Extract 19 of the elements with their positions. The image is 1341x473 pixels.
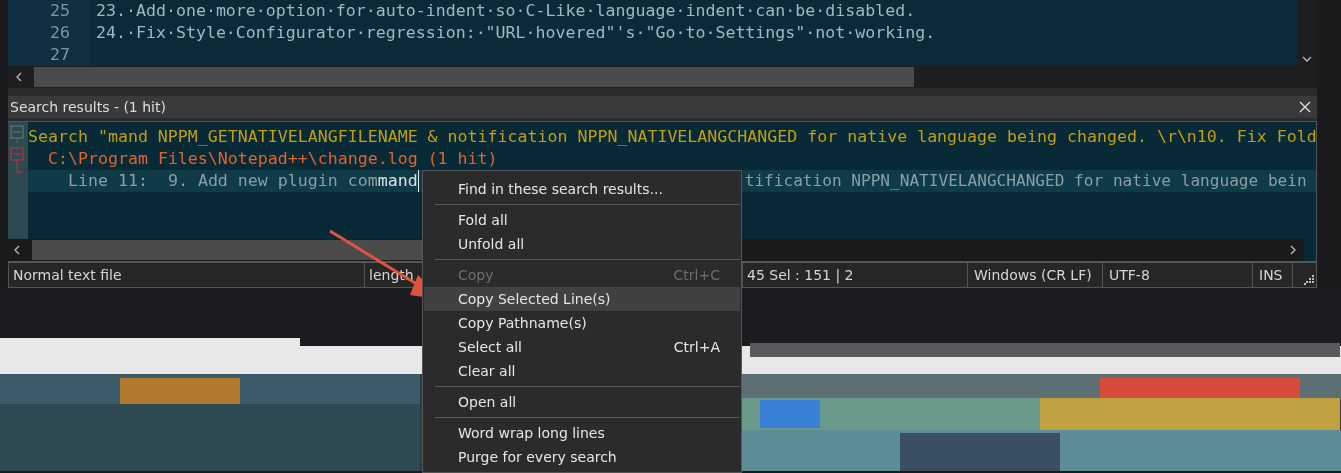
panel-title: Search results - (1 hit) — [10, 99, 166, 115]
shortcut-text: Ctrl+A — [673, 339, 720, 355]
status-text: 45 Sel : 151 | 2 — [747, 267, 854, 283]
file-path-line: C:\Program Files\Notepad++\change.log (1 hit) — [47, 148, 498, 170]
shortcut-text: Ctrl+C — [673, 267, 720, 283]
hit-text: tification NPPN_NATIVELANGCHANGED for native language bein — [744, 170, 1307, 192]
match-text: mand — [377, 170, 418, 192]
code-line: 23.·Add·one·more·option·for·auto-indent·so·C-Like·language·indent·can·be·disabled. — [96, 1, 916, 20]
line-label: Line 11: — [68, 170, 148, 192]
line-number: 26 — [49, 22, 71, 44]
line-number: 25 — [49, 0, 71, 22]
search-query-line: Search "mand NPPM_GETNATIVELANGFILENAME & notification NPPN_NATIVELANGCHANGED for native language being changed. \r\n10. Fix Fold — [28, 126, 1316, 148]
status-text: Normal text file — [13, 267, 122, 283]
status-text: Windows (CR LF) — [974, 267, 1092, 283]
status-text: INS — [1259, 267, 1283, 283]
code-line: 24.·Fix·Style·Configurator·regression:·"URL·hovered"'s·"Go·to·Settings"·not·working. — [96, 23, 936, 42]
hit-text: 9. Add new plugin com — [166, 170, 378, 192]
line-number: 27 — [49, 44, 71, 66]
status-text: UTF-8 — [1109, 267, 1150, 283]
